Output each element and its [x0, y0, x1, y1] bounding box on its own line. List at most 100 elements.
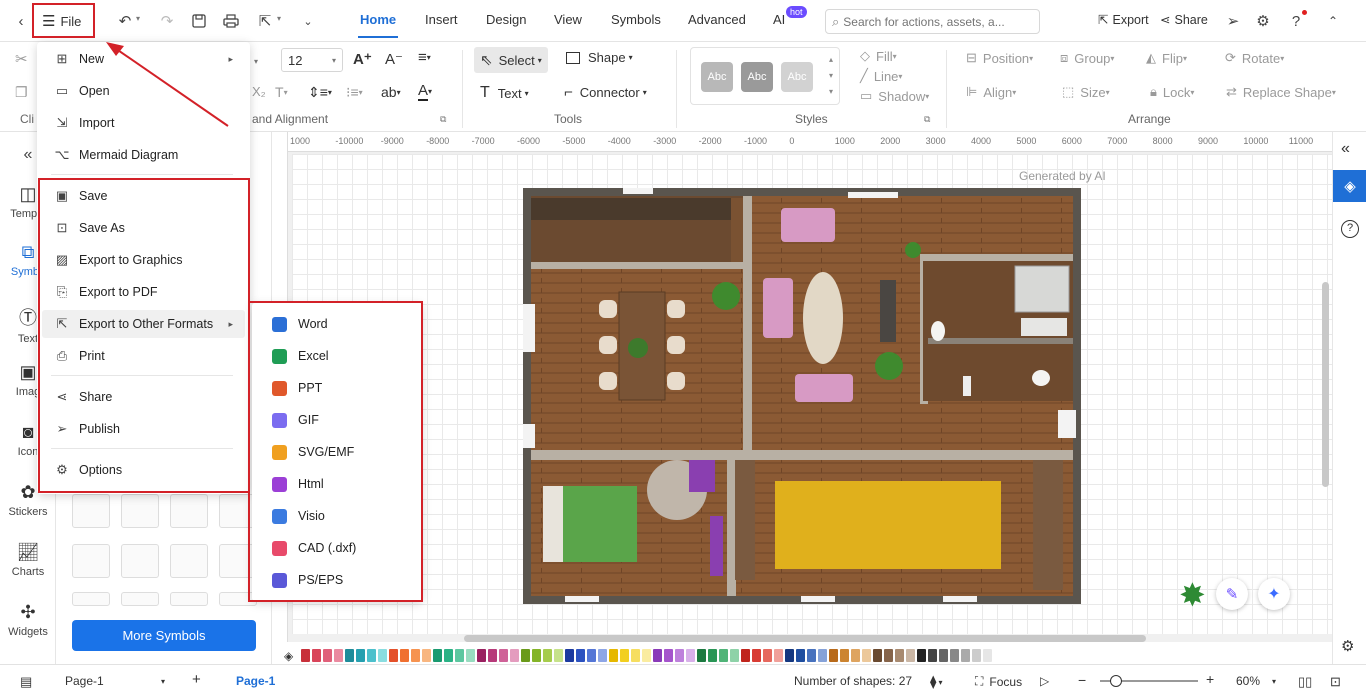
- collapse-ribbon-icon[interactable]: ⌃: [1322, 10, 1344, 32]
- replace-shape-button[interactable]: ⇄ Replace Shape ▾: [1226, 84, 1336, 100]
- color-swatch[interactable]: [763, 649, 773, 662]
- help-circle-icon[interactable]: ?: [1341, 220, 1359, 238]
- shadow-button[interactable]: ▭ Shadow ▾: [860, 88, 929, 104]
- color-swatch[interactable]: [928, 649, 938, 662]
- export-excel-item[interactable]: Excel: [258, 342, 416, 370]
- file-menu-options[interactable]: ⚙ Options: [42, 456, 245, 484]
- more-icon[interactable]: ⌄: [297, 10, 319, 32]
- color-swatch[interactable]: [411, 649, 421, 662]
- color-swatch[interactable]: [301, 649, 311, 662]
- more-symbols-button[interactable]: More Symbols: [72, 620, 256, 651]
- color-swatch[interactable]: [345, 649, 355, 662]
- color-swatch[interactable]: [521, 649, 531, 662]
- color-swatch[interactable]: [895, 649, 905, 662]
- redo-icon[interactable]: ↷: [156, 10, 178, 32]
- bullet-list-icon[interactable]: ⁝≡ ▾: [346, 84, 363, 101]
- color-swatch[interactable]: [587, 649, 597, 662]
- color-swatch[interactable]: [444, 649, 454, 662]
- color-swatch[interactable]: [631, 649, 641, 662]
- line-spacing-icon[interactable]: ⇕≡ ▾: [308, 84, 332, 101]
- color-swatch[interactable]: [862, 649, 872, 662]
- font-color-icon[interactable]: A ▾: [418, 82, 432, 101]
- style-preset-1[interactable]: Abc: [701, 62, 733, 92]
- color-swatch[interactable]: [829, 649, 839, 662]
- color-swatch[interactable]: [884, 649, 894, 662]
- focus-button[interactable]: ⛶ Focus: [975, 674, 1022, 689]
- color-swatch[interactable]: [554, 649, 564, 662]
- text-align-icon[interactable]: ≡ ▾: [418, 49, 431, 66]
- color-swatch[interactable]: [642, 649, 652, 662]
- color-swatch[interactable]: [609, 649, 619, 662]
- symbol-thumbnail[interactable]: [121, 494, 159, 528]
- sidebar-item-charts[interactable]: 📈︎ Charts: [0, 542, 56, 578]
- export-share-icon[interactable]: ⇱: [254, 10, 276, 32]
- export-ps-item[interactable]: PS/EPS: [258, 566, 416, 594]
- color-swatch[interactable]: [741, 649, 751, 662]
- layers-icon[interactable]: ⧫ ▾: [930, 674, 942, 690]
- print-icon[interactable]: [220, 10, 242, 32]
- text-format-icon[interactable]: T ▾: [275, 84, 288, 100]
- symbol-thumbnail[interactable]: [121, 544, 159, 578]
- color-swatch[interactable]: [576, 649, 586, 662]
- export-gif-item[interactable]: GIF: [258, 406, 416, 434]
- color-swatch[interactable]: [807, 649, 817, 662]
- color-swatch[interactable]: [686, 649, 696, 662]
- color-swatch[interactable]: [796, 649, 806, 662]
- symbol-thumbnail[interactable]: [170, 544, 208, 578]
- vertical-scrollbar[interactable]: [1322, 282, 1329, 487]
- color-swatch[interactable]: [873, 649, 883, 662]
- share-button[interactable]: ⋖ Share: [1160, 12, 1208, 28]
- file-menu-mermaid[interactable]: ⌥ Mermaid Diagram: [42, 141, 245, 169]
- export-visio-item[interactable]: Visio: [258, 502, 416, 530]
- color-swatch[interactable]: [851, 649, 861, 662]
- back-icon[interactable]: ‹: [10, 10, 32, 32]
- tab-home[interactable]: Home: [357, 12, 399, 38]
- symbol-thumbnail[interactable]: [72, 494, 110, 528]
- color-swatch[interactable]: [543, 649, 553, 662]
- symbol-thumbnail[interactable]: [170, 592, 208, 606]
- search-input[interactable]: [843, 14, 1024, 29]
- zoom-slider[interactable]: [1100, 675, 1198, 687]
- color-swatch[interactable]: [455, 649, 465, 662]
- color-swatch[interactable]: [400, 649, 410, 662]
- subscript-icon[interactable]: X₂: [252, 84, 266, 99]
- symbol-thumbnail[interactable]: [170, 494, 208, 528]
- style-preset-3[interactable]: Abc: [781, 62, 813, 92]
- rotate-button[interactable]: ⟳ Rotate ▾: [1225, 50, 1284, 66]
- file-menu-share[interactable]: ⋖ Share: [42, 383, 245, 411]
- save-icon[interactable]: [188, 10, 210, 32]
- fill-button[interactable]: ◇ Fill ▾: [860, 48, 897, 64]
- add-page-icon[interactable]: +: [192, 671, 201, 688]
- symbol-thumbnail[interactable]: [121, 592, 159, 606]
- settings-gear-icon[interactable]: ⚙: [1341, 637, 1354, 655]
- color-swatch[interactable]: [950, 649, 960, 662]
- style-scroll-icon[interactable]: ▴ ▾ ▾: [829, 52, 833, 100]
- send-icon[interactable]: ➢: [1222, 10, 1244, 32]
- file-menu-export-other[interactable]: ⇱ Export to Other Formats ▸: [42, 310, 245, 338]
- floor-plan-image[interactable]: [523, 188, 1081, 604]
- text-case-icon[interactable]: ab ▾: [381, 84, 401, 100]
- color-swatch[interactable]: [697, 649, 707, 662]
- zoom-in-icon[interactable]: +: [1206, 671, 1214, 687]
- file-menu-save[interactable]: ▣ Save: [42, 182, 245, 210]
- cut-icon[interactable]: ✂: [15, 50, 28, 68]
- color-swatch[interactable]: [334, 649, 344, 662]
- color-swatch[interactable]: [840, 649, 850, 662]
- settings-icon[interactable]: ⚙: [1252, 10, 1274, 32]
- color-swatch[interactable]: [939, 649, 949, 662]
- export-dropdown-icon[interactable]: ▾: [277, 14, 281, 23]
- tab-view[interactable]: View: [554, 12, 582, 27]
- color-swatch[interactable]: [785, 649, 795, 662]
- fill-bucket-icon[interactable]: ◈: [284, 649, 293, 663]
- color-swatch[interactable]: [367, 649, 377, 662]
- export-button[interactable]: ⇱ Export: [1098, 12, 1149, 28]
- style-preset-2[interactable]: Abc: [741, 62, 773, 92]
- file-menu-save-as[interactable]: ⊡ Save As: [42, 214, 245, 242]
- color-swatch[interactable]: [510, 649, 520, 662]
- ai-magic-icon[interactable]: ✎: [1216, 578, 1248, 610]
- color-swatch[interactable]: [917, 649, 927, 662]
- tab-insert[interactable]: Insert: [425, 12, 458, 27]
- color-swatch[interactable]: [466, 649, 476, 662]
- export-cad-item[interactable]: CAD (.dxf): [258, 534, 416, 562]
- color-swatch[interactable]: [972, 649, 982, 662]
